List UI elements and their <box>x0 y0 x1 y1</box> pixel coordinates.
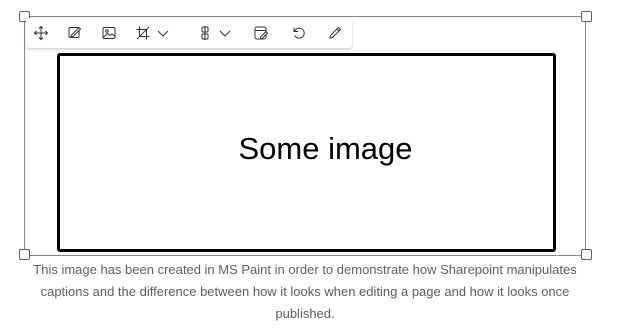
crop-button[interactable] <box>132 18 172 48</box>
image-toolbar <box>26 18 352 48</box>
image-text: Some image <box>238 131 413 166</box>
reset-button[interactable] <box>288 18 310 48</box>
chevron-down-icon <box>157 30 168 37</box>
resize-handle-top-right[interactable] <box>581 11 592 22</box>
image-caption[interactable]: This image has been created in MS Paint … <box>20 259 590 325</box>
edit-image-icon <box>68 26 82 38</box>
reset-icon <box>293 27 305 39</box>
edit-pencil-button[interactable] <box>324 18 346 48</box>
move-button[interactable] <box>30 18 52 48</box>
edit-pencil-icon <box>329 26 342 39</box>
image-content: Some image <box>57 53 556 252</box>
replace-image-button[interactable] <box>98 18 120 48</box>
replace-image-icon <box>102 27 116 39</box>
alt-text-button[interactable] <box>250 18 272 48</box>
edit-image-button[interactable] <box>64 18 86 48</box>
alt-text-icon <box>254 26 269 40</box>
align-icon <box>201 26 208 40</box>
chevron-down-icon <box>219 30 230 37</box>
crop-icon <box>136 26 149 40</box>
align-button[interactable] <box>194 18 234 48</box>
move-icon <box>33 25 49 41</box>
